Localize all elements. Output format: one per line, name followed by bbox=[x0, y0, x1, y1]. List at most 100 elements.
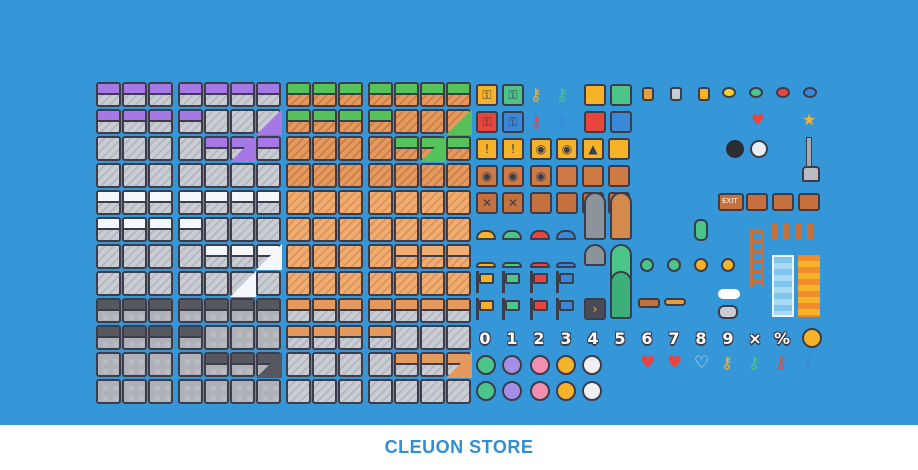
purple-stone-tile bbox=[230, 163, 255, 188]
grass-dirt-tile bbox=[394, 163, 419, 188]
face-yellow bbox=[556, 381, 576, 401]
purple-stone-tile bbox=[96, 82, 121, 107]
snow-stone-tile bbox=[204, 190, 229, 215]
cobble-tile bbox=[122, 325, 147, 350]
grass-slope bbox=[446, 109, 472, 135]
brown-block-glyph: ◉ bbox=[535, 169, 547, 183]
button-switch-flat bbox=[502, 262, 522, 268]
key-red: ⚷ bbox=[530, 112, 542, 131]
dirt-plain-tile bbox=[312, 244, 337, 269]
purple-stone-tile bbox=[122, 109, 147, 134]
stone-dirt-tile bbox=[338, 379, 363, 404]
snow-stone-tile bbox=[204, 244, 229, 269]
yellow-block-glyph: ! bbox=[484, 142, 490, 156]
purple-stone-tile bbox=[230, 82, 255, 107]
flag bbox=[505, 300, 520, 311]
dirt-plain-tile bbox=[286, 244, 311, 269]
number-10: × bbox=[748, 329, 762, 348]
bush bbox=[640, 258, 654, 272]
cobble-tile bbox=[178, 325, 203, 350]
dirt-plain-tile bbox=[312, 271, 337, 296]
snow-stone-tile bbox=[148, 271, 173, 296]
cobble-tile bbox=[204, 298, 229, 323]
purple-stone-tile bbox=[148, 109, 173, 134]
snow-stone-tile bbox=[148, 244, 173, 269]
exit-label: EXIT bbox=[722, 197, 738, 205]
grass-dirt-tile bbox=[394, 109, 419, 134]
chain bbox=[806, 137, 812, 167]
dirt-plain-tile bbox=[338, 217, 363, 242]
grass-dirt-tile bbox=[446, 136, 471, 161]
purple-stone-tile bbox=[148, 136, 173, 161]
grass-dirt-tile bbox=[312, 82, 337, 107]
coin-icon bbox=[802, 328, 822, 348]
keyhole-block-blue: ⚿ bbox=[502, 111, 524, 133]
cobble-tile bbox=[204, 379, 229, 404]
button-switch bbox=[476, 230, 496, 240]
key-blue: ⚷ bbox=[556, 112, 568, 131]
chain-links bbox=[664, 298, 686, 306]
purple-stone-tile bbox=[122, 82, 147, 107]
snow-stone-tile bbox=[148, 190, 173, 215]
lava bbox=[798, 255, 820, 317]
grass-dirt-tile bbox=[286, 163, 311, 188]
rock bbox=[718, 305, 738, 319]
store-name: CLEUON STORE bbox=[384, 437, 534, 457]
yellow-block-glyph: ▲ bbox=[588, 142, 598, 156]
purple-stone-tile bbox=[122, 136, 147, 161]
keyhole-block-yellow-glyph: ⚿ bbox=[482, 88, 492, 102]
cobble-tile bbox=[148, 379, 173, 404]
cobble-tile bbox=[148, 352, 173, 377]
snow-stone-tile bbox=[178, 217, 203, 242]
torch bbox=[694, 258, 708, 272]
dirt-plain-tile bbox=[420, 190, 445, 215]
heart-pickup: ♥ bbox=[751, 111, 765, 129]
dirt-plain-tile bbox=[394, 217, 419, 242]
key-hud-green: ⚷ bbox=[748, 353, 760, 372]
ladder bbox=[750, 230, 764, 288]
snow-slope bbox=[256, 244, 282, 270]
stone-dirt-tile bbox=[394, 325, 419, 350]
brown-block bbox=[582, 165, 604, 187]
yellow-block: ! bbox=[476, 138, 498, 160]
cobble-tile bbox=[256, 379, 281, 404]
purple-stone-tile bbox=[256, 136, 281, 161]
grass-dirt-tile bbox=[338, 136, 363, 161]
sign-up bbox=[798, 193, 820, 211]
snow-stone-tile bbox=[230, 244, 255, 269]
stone-dirt-tile bbox=[338, 352, 363, 377]
key-hud-yellow: ⚷ bbox=[721, 353, 733, 372]
brown-block-glyph: ◉ bbox=[507, 169, 519, 183]
grass-dirt-tile bbox=[312, 136, 337, 161]
yellow-block bbox=[608, 138, 630, 160]
stone-dirt-tile bbox=[394, 379, 419, 404]
snow-stone-tile bbox=[178, 244, 203, 269]
grass-slope bbox=[420, 136, 446, 162]
snow-stone-tile bbox=[96, 190, 121, 215]
snowball bbox=[750, 140, 768, 158]
door-wood bbox=[610, 192, 632, 240]
gem bbox=[698, 87, 710, 101]
number-4: 4 bbox=[587, 329, 599, 348]
dirt-plain-tile bbox=[338, 244, 363, 269]
snow-stone-tile bbox=[230, 217, 255, 242]
number-8: 8 bbox=[695, 329, 707, 348]
number-9: 9 bbox=[722, 329, 734, 348]
crate-block bbox=[530, 192, 552, 214]
dirt-plain-tile bbox=[368, 190, 393, 215]
cloud bbox=[718, 289, 740, 299]
yellow-block: ◉ bbox=[530, 138, 552, 160]
button-switch bbox=[556, 230, 576, 240]
dirt-plain-tile bbox=[286, 217, 311, 242]
face-yellow bbox=[556, 355, 576, 375]
face-white bbox=[582, 355, 602, 375]
snow-stone-tile bbox=[178, 190, 203, 215]
balloon bbox=[803, 87, 817, 98]
grass-dirt-tile bbox=[286, 109, 311, 134]
brown-block bbox=[608, 165, 630, 187]
stone-dirt-tile bbox=[420, 325, 445, 350]
purple-stone-tile bbox=[148, 82, 173, 107]
yellow-block-glyph: ! bbox=[510, 142, 516, 156]
stone-dirt-tile bbox=[338, 298, 363, 323]
brown-block: ◉ bbox=[476, 165, 498, 187]
